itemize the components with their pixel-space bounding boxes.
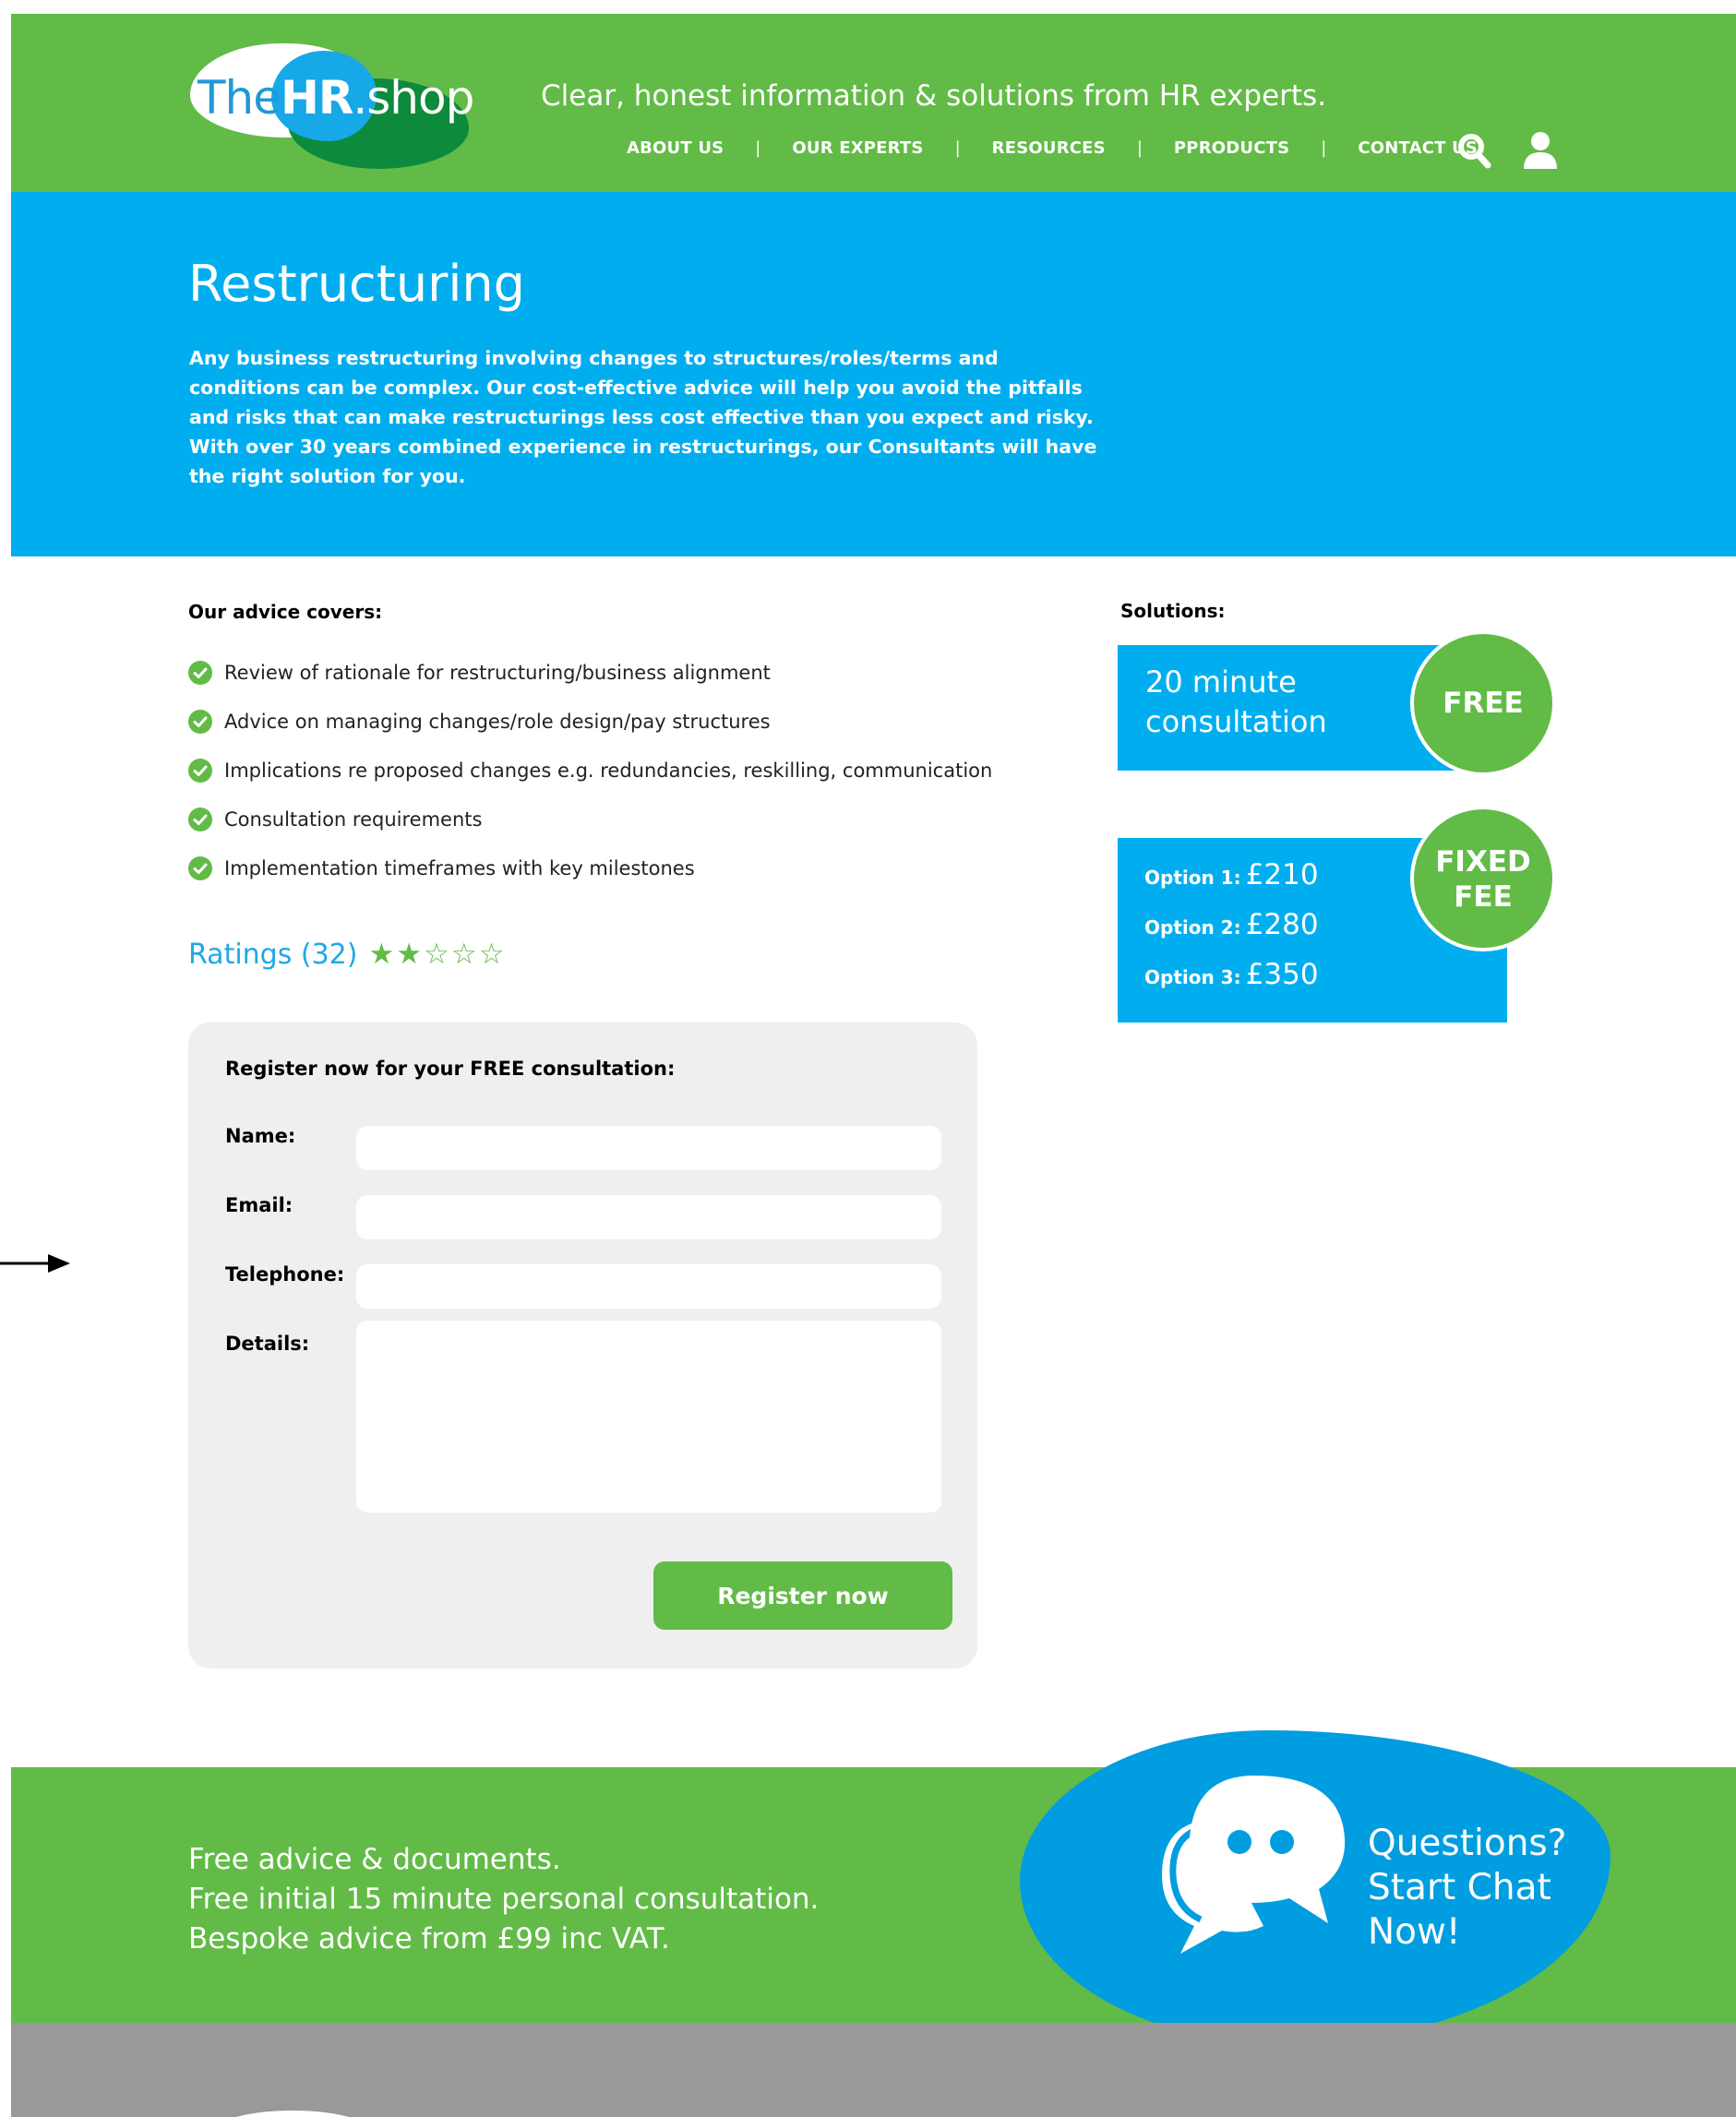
site-footer [11, 2023, 1736, 2117]
star-empty-icon[interactable]: ☆ [451, 940, 477, 969]
star-filled-icon[interactable]: ★ [368, 940, 394, 969]
star-empty-icon[interactable]: ☆ [479, 940, 505, 969]
list-item-text: Review of rationale for restructuring/bu… [224, 661, 771, 684]
consultation-line-2: consultation [1145, 704, 1327, 739]
site-logo[interactable]: TheHR.shop [188, 34, 474, 174]
list-item-text: Consultation requirements [224, 807, 483, 831]
nav-separator: | [954, 138, 961, 158]
star-filled-icon[interactable]: ★ [396, 940, 422, 969]
chat-bubbles-icon[interactable] [1143, 1774, 1356, 1958]
list-item-text: Implementation timeframes with key miles… [224, 856, 695, 879]
check-circle-icon [188, 709, 212, 734]
ratings-label[interactable]: Ratings (32) [188, 939, 357, 971]
consultation-text: 20 minute consultation [1145, 663, 1327, 742]
option-label: Option 2: [1144, 916, 1241, 939]
consultation-line-1: 20 minute [1145, 664, 1297, 700]
option-2[interactable]: Option 2: £280 [1144, 908, 1319, 941]
fixed-badge-line-1: FIXED [1435, 845, 1531, 879]
check-circle-icon [188, 660, 212, 685]
logo-text-hr: HR [281, 71, 353, 125]
nav-separator: | [1321, 138, 1327, 158]
email-input[interactable] [356, 1195, 941, 1239]
arrow-right-icon [0, 1254, 70, 1273]
star-rating[interactable]: ★ ★ ☆ ☆ ☆ [368, 940, 506, 969]
nav-resources[interactable]: RESOURCES [992, 138, 1106, 158]
telephone-label: Telephone: [225, 1263, 345, 1286]
main-nav: ABOUT US | OUR EXPERTS | RESOURCES | PPR… [627, 138, 1478, 158]
name-label: Name: [225, 1125, 296, 1147]
option-label: Option 1: [1144, 867, 1241, 889]
email-label: Email: [225, 1194, 293, 1216]
nav-products[interactable]: PPRODUCTS [1174, 138, 1289, 158]
solutions-title: Solutions: [1120, 600, 1226, 622]
check-circle-icon [188, 855, 212, 880]
page: TheHR.shop Clear, honest information & s… [11, 14, 1736, 2117]
footer-line: Bespoke advice from £99 inc VAT. [188, 1922, 670, 1956]
details-label: Details: [225, 1333, 310, 1355]
hero-description: Any business restructuring involving cha… [189, 347, 1097, 487]
list-item-text: Implications re proposed changes e.g. re… [224, 759, 993, 782]
hero-banner: Restructuring Any business restructuring… [11, 192, 1736, 556]
chat-line: Start Chat [1368, 1867, 1551, 1908]
page-title: Restructuring [188, 255, 525, 313]
fixed-fee-badge: FIXED FEE [1410, 806, 1556, 951]
footer-promo: Free advice & documents. Free initial 15… [11, 1730, 1736, 2044]
ratings: Ratings (32) ★ ★ ☆ ☆ ☆ [188, 939, 506, 971]
footer-promo-text: Free advice & documents. Free initial 15… [188, 1840, 819, 1959]
search-icon[interactable] [1456, 130, 1493, 171]
nav-our-experts[interactable]: OUR EXPERTS [792, 138, 923, 158]
chat-line: Now! [1368, 1911, 1461, 1953]
chat-line: Questions? [1368, 1823, 1567, 1864]
details-textarea[interactable] [356, 1321, 941, 1513]
option-price: £350 [1245, 958, 1319, 991]
option-1[interactable]: Option 1: £210 [1144, 858, 1319, 891]
list-item: Implications re proposed changes e.g. re… [188, 746, 992, 795]
check-circle-icon [188, 758, 212, 783]
list-item-text: Advice on managing changes/role design/p… [224, 710, 771, 733]
list-item: Advice on managing changes/role design/p… [188, 697, 992, 746]
nav-about-us[interactable]: ABOUT US [627, 138, 724, 158]
header-tagline: Clear, honest information & solutions fr… [541, 79, 1327, 113]
logo-text-shop: .shop [353, 71, 474, 125]
footer-line: Free advice & documents. [188, 1843, 561, 1876]
footer-line: Free initial 15 minute personal consulta… [188, 1883, 820, 1916]
logo-text-the: The [198, 71, 281, 125]
option-price: £210 [1245, 858, 1319, 891]
check-circle-icon [188, 807, 212, 831]
option-price: £280 [1245, 908, 1319, 941]
site-header: TheHR.shop Clear, honest information & s… [11, 14, 1736, 192]
star-empty-icon[interactable]: ☆ [424, 940, 449, 969]
nav-separator: | [1136, 138, 1143, 158]
advice-list: Review of rationale for restructuring/bu… [188, 648, 992, 892]
chat-cta-text[interactable]: Questions? Start Chat Now! [1368, 1822, 1566, 1955]
fixed-badge-line-2: FEE [1454, 880, 1513, 914]
nav-separator: | [755, 138, 761, 158]
option-label: Option 3: [1144, 966, 1241, 988]
list-item: Implementation timeframes with key miles… [188, 843, 992, 892]
list-item: Review of rationale for restructuring/bu… [188, 648, 992, 697]
logo-text: TheHR.shop [198, 71, 474, 125]
name-input[interactable] [356, 1126, 941, 1170]
advice-title: Our advice covers: [188, 601, 383, 623]
form-title: Register now for your FREE consultation: [225, 1058, 676, 1080]
option-3[interactable]: Option 3: £350 [1144, 958, 1319, 991]
telephone-input[interactable] [356, 1264, 941, 1309]
register-button[interactable]: Register now [653, 1561, 952, 1630]
free-badge: FREE [1410, 630, 1556, 776]
footer-logo[interactable] [219, 2111, 366, 2117]
consultation-form: Register now for your FREE consultation:… [188, 1023, 977, 1668]
user-icon[interactable] [1522, 130, 1559, 171]
list-item: Consultation requirements [188, 795, 992, 843]
